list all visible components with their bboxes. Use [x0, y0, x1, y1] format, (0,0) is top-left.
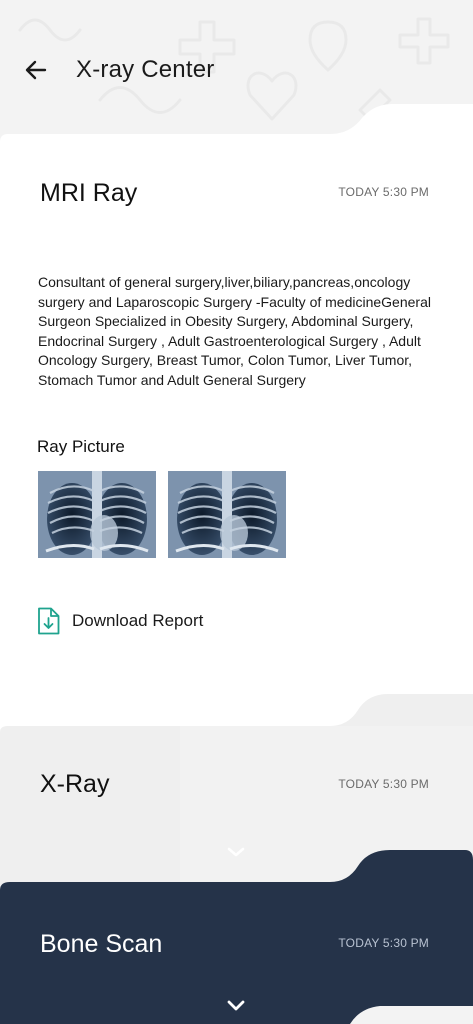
ray-picture-label: Ray Picture: [37, 437, 125, 456]
card-timestamp: TODAY 5:30 PM: [338, 936, 429, 950]
download-report-button[interactable]: Download Report: [36, 606, 203, 636]
card-title: Bone Scan: [40, 930, 163, 958]
app-header: X-ray Center: [0, 40, 473, 100]
page-title: X-ray Center: [76, 56, 215, 83]
card-title: MRI Ray: [40, 179, 138, 207]
record-card-bone-scan[interactable]: Bone Scan TODAY 5:30 PM: [0, 850, 473, 1024]
back-button[interactable]: [20, 54, 52, 86]
card-timestamp: TODAY 5:30 PM: [338, 777, 429, 791]
xray-thumbnail[interactable]: [168, 471, 286, 558]
download-report-label: Download Report: [72, 611, 204, 630]
card-description: Consultant of general surgery,liver,bili…: [38, 274, 431, 388]
arrow-left-icon: [25, 60, 47, 80]
record-card-mri: MRI Ray TODAY 5:30 PM Consultant of gene…: [0, 100, 473, 740]
xray-thumbnail[interactable]: [38, 471, 156, 558]
chevron-down-icon[interactable]: [224, 998, 248, 1014]
card-title: X-Ray: [40, 770, 110, 798]
download-file-icon: [38, 607, 60, 635]
card-timestamp: TODAY 5:30 PM: [338, 185, 429, 199]
